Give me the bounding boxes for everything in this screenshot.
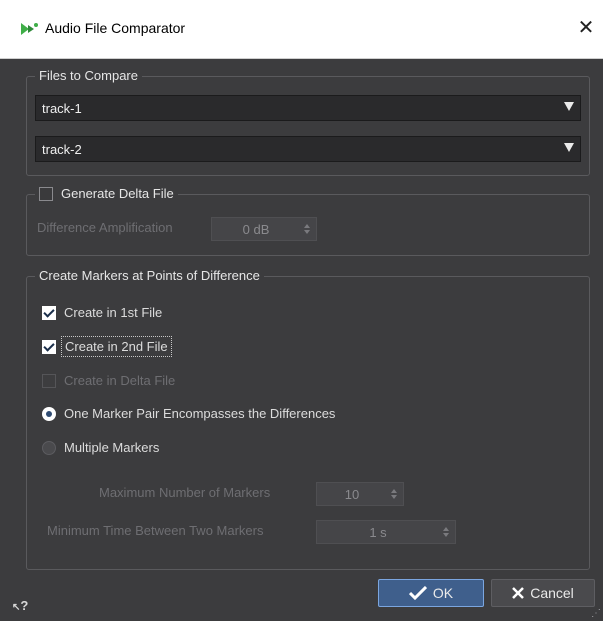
amplification-spinbox[interactable]: 0 dB [211, 217, 317, 241]
markers-legend: Create Markers at Points of Difference [35, 267, 264, 285]
file1-value: track-1 [42, 100, 82, 116]
title-bar: Audio File Comparator ✕ [0, 0, 603, 59]
create-delta-label: Create in Delta File [64, 373, 176, 388]
spin-arrows-icon[interactable] [387, 489, 403, 499]
max-markers-value: 10 [344, 486, 360, 502]
delta-legend: Generate Delta File [35, 185, 178, 203]
ok-button[interactable]: OK [378, 579, 484, 607]
max-markers-label: Maximum Number of Markers [99, 485, 271, 500]
mode-pair-row[interactable]: One Marker Pair Encompasses the Differen… [42, 406, 335, 421]
file2-select[interactable]: track-2 [35, 136, 581, 162]
mode-pair-label: One Marker Pair Encompasses the Differen… [64, 406, 336, 421]
create-second-label: Create in 2nd File [61, 336, 172, 357]
ok-label: OK [432, 585, 454, 601]
files-to-compare-legend: Files to Compare [35, 67, 142, 85]
resize-grip-icon[interactable]: ⋰ [591, 609, 601, 619]
amplification-value: 0 dB [242, 221, 270, 237]
file1-select[interactable]: track-1 [35, 95, 581, 121]
generate-delta-label: Generate Delta File [61, 186, 174, 201]
mode-multiple-label: Multiple Markers [64, 440, 160, 455]
app-logo-icon [21, 23, 38, 35]
mode-pair-radio[interactable] [42, 406, 56, 421]
min-time-label: Minimum Time Between Two Markers [47, 523, 264, 538]
amplification-row: Difference Amplification [37, 220, 173, 235]
markers-group: Create Markers at Points of Difference C… [26, 267, 590, 570]
cancel-label: Cancel [530, 585, 574, 601]
spin-arrows-icon[interactable] [439, 527, 455, 537]
x-icon [512, 587, 525, 599]
create-first-row[interactable]: Create in 1st File [42, 305, 162, 320]
whats-this-help-icon[interactable]: ↖? [12, 598, 28, 613]
min-time-spinbox[interactable]: 1 s [316, 520, 456, 544]
dropdown-arrow-icon [564, 143, 574, 152]
create-second-checkbox[interactable] [42, 339, 56, 354]
create-delta-row: Create in Delta File [42, 373, 175, 388]
checkmark-icon [408, 586, 427, 600]
close-button[interactable]: ✕ [572, 14, 600, 42]
dropdown-arrow-icon [564, 102, 574, 111]
window-title: Audio File Comparator [45, 20, 186, 36]
min-time-value: 1 s [369, 524, 387, 540]
create-first-checkbox[interactable] [42, 305, 56, 320]
create-first-label: Create in 1st File [64, 305, 163, 320]
create-second-row[interactable]: Create in 2nd File [42, 336, 172, 357]
amplification-label: Difference Amplification [37, 220, 173, 235]
mode-multiple-row[interactable]: Multiple Markers [42, 440, 159, 455]
create-delta-checkbox [42, 373, 56, 388]
files-to-compare-group: Files to Compare track-1 track-2 [26, 67, 590, 176]
generate-delta-checkbox[interactable] [39, 187, 53, 201]
file2-value: track-2 [42, 141, 82, 157]
delta-file-group: Generate Delta File Difference Amplifica… [26, 185, 590, 256]
max-markers-row: Maximum Number of Markers [99, 485, 270, 500]
cancel-button[interactable]: Cancel [491, 579, 595, 607]
min-time-row: Minimum Time Between Two Markers [47, 523, 264, 538]
mode-multiple-radio[interactable] [42, 440, 56, 455]
max-markers-spinbox[interactable]: 10 [316, 482, 404, 506]
spin-arrows-icon[interactable] [300, 224, 316, 234]
